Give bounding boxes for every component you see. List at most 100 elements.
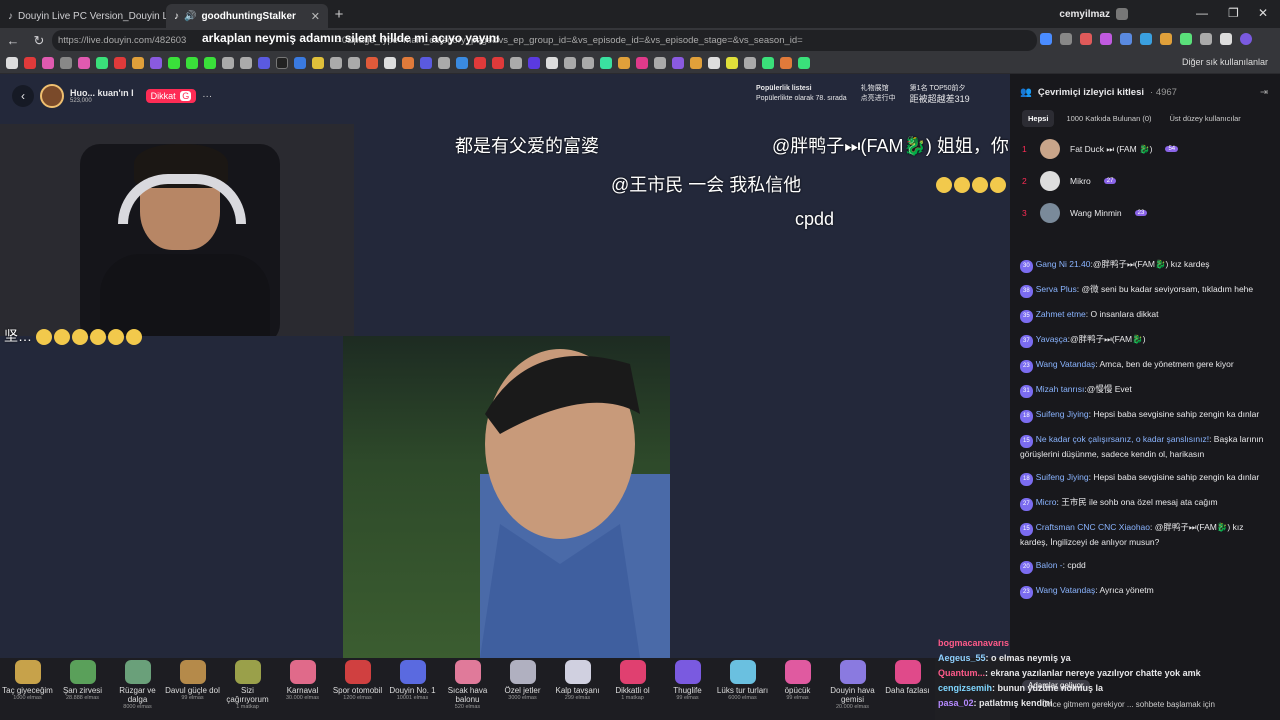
bookmark-icon[interactable] xyxy=(762,57,774,69)
ranking-row[interactable]: 2 Mikro 27 xyxy=(1010,165,1280,197)
chat-username[interactable]: Ne kadar çok çalışırsanız, o kadar şansl… xyxy=(1036,434,1209,444)
extension-icon[interactable] xyxy=(1180,33,1192,45)
gift-item[interactable]: Taç giyeceğim 1000 elmas xyxy=(0,658,55,720)
chat-message[interactable]: 31 Mizah tanrısı:@慢慢 Evet xyxy=(1020,383,1270,398)
chat-message[interactable]: 18 Suifeng Jiying: Hepsi baba sevgisine s… xyxy=(1020,408,1270,423)
gift-item[interactable]: Spor otomobil 1200 elmas xyxy=(330,658,385,720)
bookmark-icon[interactable] xyxy=(168,57,180,69)
gift-item[interactable]: Rüzgar ve dalga 8000 elmas xyxy=(110,658,165,720)
back-arrow-icon[interactable]: ‹ xyxy=(12,85,34,107)
gift-item[interactable]: Thuglife 99 elmas xyxy=(660,658,715,720)
bookmark-icon[interactable] xyxy=(78,57,90,69)
tab-top-users[interactable]: Üst düzey kullanıcılar xyxy=(1164,110,1247,127)
chat-username[interactable]: Mizah tanrısı xyxy=(1036,384,1085,394)
bookmark-icon[interactable] xyxy=(402,57,414,69)
chat-username[interactable]: Craftsman CNC CNC Xiaohao xyxy=(1036,522,1150,532)
gift-item[interactable]: Dikkatli ol 1 matkap xyxy=(605,658,660,720)
bookmark-icon[interactable] xyxy=(546,57,558,69)
bookmark-icon[interactable] xyxy=(780,57,792,69)
extension-icon[interactable] xyxy=(1120,33,1132,45)
chat-message[interactable]: 30 Gang Ni 21.40:@胖鸭子⏭(FAM🐉) kız kardeş xyxy=(1020,258,1270,273)
chat-username[interactable]: Gang Ni 21.40 xyxy=(1036,259,1091,269)
bookmark-icon[interactable] xyxy=(690,57,702,69)
extension-icon[interactable] xyxy=(1060,33,1072,45)
maximize-icon[interactable]: ❐ xyxy=(1228,6,1239,20)
bookmark-icon[interactable] xyxy=(654,57,666,69)
bookmark-icon[interactable] xyxy=(564,57,576,69)
bookmark-icon[interactable] xyxy=(420,57,432,69)
bookmark-icon[interactable] xyxy=(636,57,648,69)
tab-all[interactable]: Hepsi xyxy=(1022,110,1055,127)
close-window-icon[interactable]: ✕ xyxy=(1258,6,1268,20)
chat-message[interactable]: 35 Zahmet etme: O insanlara dikkat xyxy=(1020,308,1270,323)
bookmark-icon[interactable] xyxy=(258,57,270,69)
gift-item[interactable]: Lüks tur turları 6000 elmas xyxy=(715,658,770,720)
chat-username[interactable]: Yavaşça xyxy=(1036,334,1068,344)
extension-icon[interactable] xyxy=(1200,33,1212,45)
chat-message[interactable]: 23 Wang Vatandaş: Ayrıca yönetm xyxy=(1020,584,1270,599)
chat-username[interactable]: Wang Vatandaş xyxy=(1036,585,1096,595)
extension-icon[interactable] xyxy=(1100,33,1112,45)
gift-item[interactable]: Kalp tavşanı 299 elmas xyxy=(550,658,605,720)
gift-item[interactable]: Karnaval 30.000 elmas xyxy=(275,658,330,720)
chat-username[interactable]: Serva Plus xyxy=(1036,284,1077,294)
chat-username[interactable]: Zahmet etme xyxy=(1036,309,1086,319)
minimize-icon[interactable]: — xyxy=(1196,6,1208,20)
bookmark-icon[interactable] xyxy=(618,57,630,69)
chat-username[interactable]: Balon - xyxy=(1036,560,1063,570)
bookmark-icon[interactable] xyxy=(366,57,378,69)
bookmark-icon[interactable] xyxy=(150,57,162,69)
bookmark-icon[interactable] xyxy=(222,57,234,69)
follow-button[interactable]: Dikkat G xyxy=(145,89,197,103)
bookmark-icon[interactable] xyxy=(474,57,486,69)
close-icon[interactable]: ✕ xyxy=(311,10,320,23)
speaker-icon[interactable]: 🔊 xyxy=(184,11,196,22)
chat-username[interactable]: Suifeng Jiying xyxy=(1036,472,1089,482)
bookmark-icon[interactable] xyxy=(582,57,594,69)
chat-username[interactable]: Wang Vatandaş xyxy=(1036,359,1096,369)
gift-item[interactable]: Daha fazlası xyxy=(880,658,935,720)
chat-message[interactable]: 15 Ne kadar çok çalışırsanız, o kadar şan… xyxy=(1020,433,1270,461)
bookmark-icon[interactable] xyxy=(708,57,720,69)
bookmark-icon[interactable] xyxy=(6,57,18,69)
bookmark-icon[interactable] xyxy=(492,57,504,69)
bookmark-icon[interactable] xyxy=(600,57,612,69)
bookmark-icon[interactable] xyxy=(672,57,684,69)
gift-item[interactable]: öpücük 99 elmas xyxy=(770,658,825,720)
avatar-icon[interactable] xyxy=(1240,33,1252,45)
other-bookmarks[interactable]: Diğer sık kullanılanlar xyxy=(1182,57,1268,67)
extension-icon[interactable] xyxy=(1160,33,1172,45)
gift-item[interactable]: Douyin No. 1 10001 elmas xyxy=(385,658,440,720)
bookmark-icon[interactable] xyxy=(348,57,360,69)
bookmark-icon[interactable] xyxy=(438,57,450,69)
tab-contributors[interactable]: 1000 Katkıda Bulunan (0) xyxy=(1060,110,1157,127)
extension-icon[interactable] xyxy=(1140,33,1152,45)
ranking-row[interactable]: 3 Wang Minmin 23 xyxy=(1010,197,1280,229)
bookmark-icon[interactable] xyxy=(528,57,540,69)
url-field[interactable]: https://live.douyin.com/482603 =0&page_t… xyxy=(52,30,1037,51)
popularity-rank[interactable]: Popülerlik listesi Popülerlikte olarak 78… xyxy=(756,84,970,106)
browser-tab-active[interactable]: ♪ 🔊 goodhuntingStalker ✕ xyxy=(166,4,328,28)
bookmark-icon[interactable] xyxy=(384,57,396,69)
bookmark-icon[interactable] xyxy=(60,57,72,69)
chat-message[interactable]: 38 Serva Plus: @微 seni bu kadar seviyorsa… xyxy=(1020,283,1270,298)
more-options-button[interactable]: ··· xyxy=(202,91,212,102)
ranking-row[interactable]: 1 Fat Duck ⏭ (FAM 🐉) 54 xyxy=(1010,133,1280,165)
chat-username[interactable]: Micro xyxy=(1036,497,1057,507)
extension-icon[interactable] xyxy=(1040,33,1052,45)
collapse-icon[interactable]: ⇥ xyxy=(1260,87,1268,98)
extension-icon[interactable] xyxy=(1080,33,1092,45)
chat-message[interactable]: 37 Yavaşça:@胖鸭子⏭(FAM🐉) xyxy=(1020,333,1270,348)
gift-item[interactable]: Douyin hava gemisi 20.000 elmas xyxy=(825,658,880,720)
profile-label[interactable]: cemyilmaz xyxy=(1059,8,1128,20)
bookmark-icon[interactable] xyxy=(294,57,306,69)
chat-message[interactable]: 18 Suifeng Jiying: Hepsi baba sevgisine s… xyxy=(1020,471,1270,486)
gift-item[interactable]: Sizi çağırıyorum 1 matkap xyxy=(220,658,275,720)
bookmark-icon[interactable] xyxy=(96,57,108,69)
browser-tab[interactable]: ♪ Douyin Live PC Version_Douyin Liv ✕ xyxy=(0,4,166,28)
bookmark-icon[interactable] xyxy=(186,57,198,69)
new-tab-button[interactable]: + xyxy=(328,6,350,23)
bookmark-icon[interactable] xyxy=(114,57,126,69)
bookmark-icon[interactable] xyxy=(24,57,36,69)
gift-item[interactable]: Davul güçle dol 99 elmas xyxy=(165,658,220,720)
